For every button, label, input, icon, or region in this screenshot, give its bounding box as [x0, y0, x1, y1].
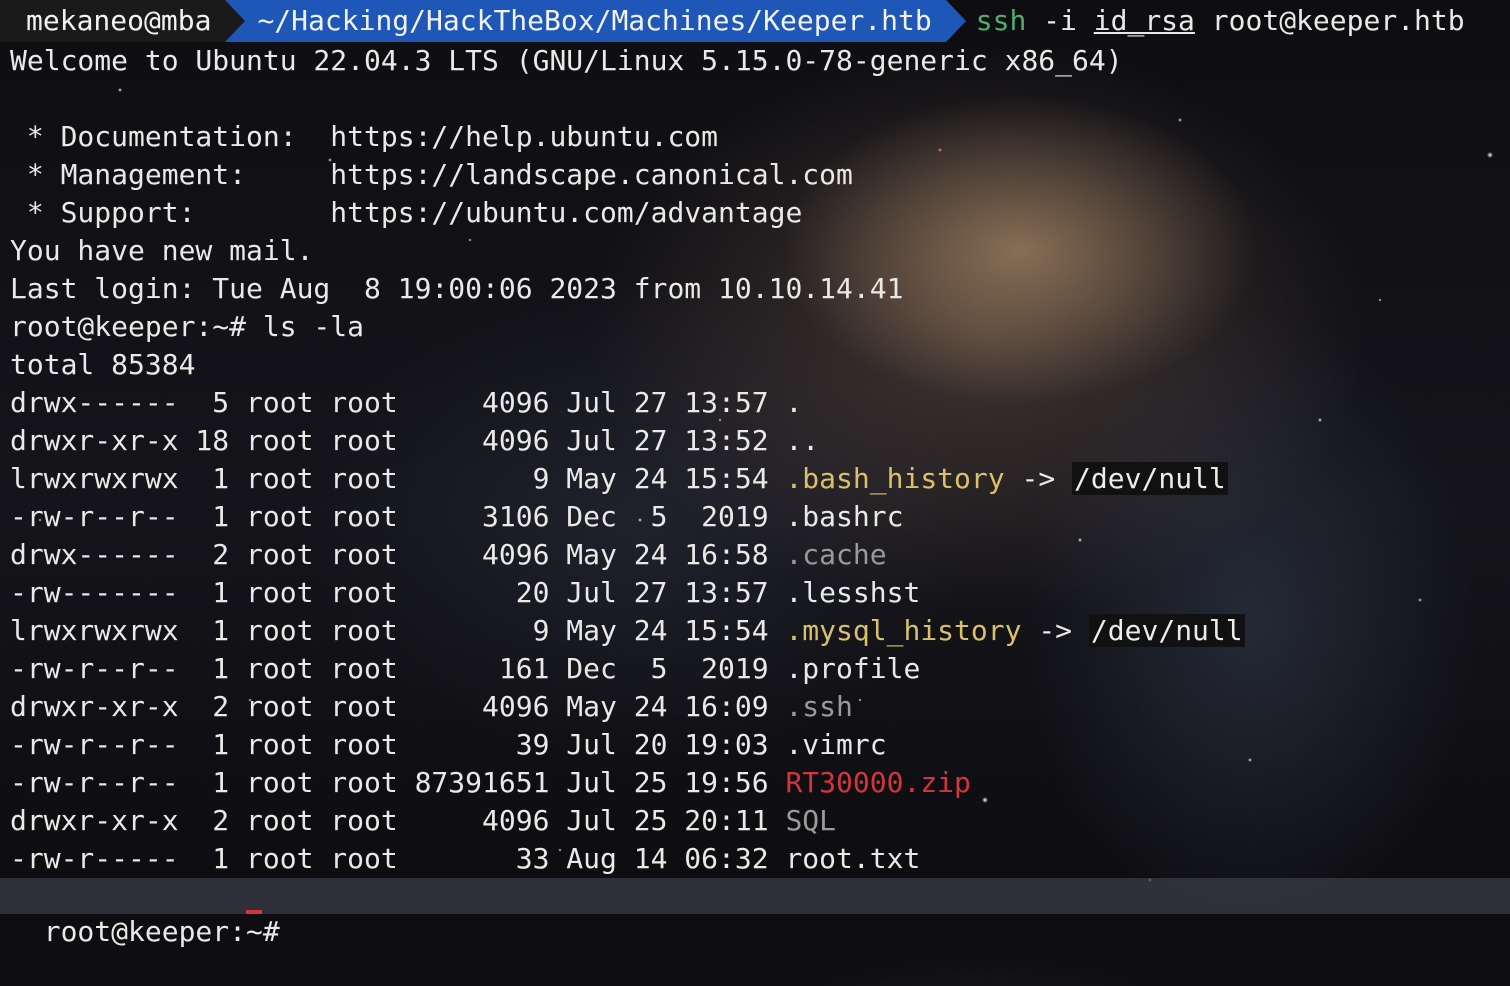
command-name: ssh: [975, 4, 1027, 37]
listing-total: total 85384: [10, 348, 196, 381]
listing-row: lrwxrwxrwx 1 root root 9 May 24 15:54 .b…: [0, 460, 1510, 498]
listing-filename: .bashrc: [785, 500, 904, 533]
symlink-arrow: ->: [1021, 614, 1089, 647]
listing-row: lrwxrwxrwx 1 root root 9 May 24 15:54 .m…: [0, 612, 1510, 650]
typed-command: ssh -i id_rsa root@keeper.htb: [946, 0, 1465, 42]
listing-filename: .: [785, 386, 803, 419]
motd-management: * Management: https://landscape.canonica…: [10, 158, 853, 191]
symlink-target: /dev/null: [1088, 614, 1245, 647]
listing-row: -rw-r--r-- 1 root root 3106 Dec 5 2019 .…: [0, 498, 1510, 536]
listing-meta: drwx------ 2 root root 4096 May 24 16:58: [10, 538, 786, 571]
listing-meta: -rw-r--r-- 1 root root 87391651 Jul 25 1…: [10, 766, 786, 799]
listing-filename: root.txt: [785, 842, 921, 875]
motd-documentation: * Documentation: https://help.ubuntu.com: [10, 120, 719, 153]
listing-filename: .lesshst: [785, 576, 921, 609]
remote-command-line: root@keeper:~# ls -la: [10, 310, 365, 343]
listing-meta: drwxr-xr-x 2 root root 4096 Jul 25 20:11: [10, 804, 786, 837]
listing-row: -rw-r--r-- 1 root root 87391651 Jul 25 1…: [0, 764, 1510, 802]
directory-listing: drwx------ 5 root root 4096 Jul 27 13:57…: [0, 384, 1510, 878]
listing-row: -rw-r--r-- 1 root root 39 Jul 20 19:03 .…: [0, 726, 1510, 764]
cursor-indicator: [246, 910, 262, 914]
listing-row: drwxr-xr-x 18 root root 4096 Jul 27 13:5…: [0, 422, 1510, 460]
listing-meta: lrwxrwxrwx 1 root root 9 May 24 15:54: [10, 462, 786, 495]
prompt-user-host: mekaneo@mba: [0, 0, 246, 42]
listing-filename: ..: [785, 424, 820, 457]
listing-row: -rw------- 1 root root 20 Jul 27 13:57 .…: [0, 574, 1510, 612]
motd-last-login: Last login: Tue Aug 8 19:00:06 2023 from…: [10, 272, 904, 305]
listing-filename: .ssh: [785, 690, 853, 723]
listing-meta: lrwxrwxrwx 1 root root 9 May 24 15:54: [10, 614, 786, 647]
active-input-line[interactable]: root@keeper:~#: [0, 878, 1510, 948]
symlink-arrow: ->: [1004, 462, 1073, 495]
listing-meta: -rw-r--r-- 1 root root 3106 Dec 5 2019: [10, 500, 786, 533]
final-prompt: root@keeper:~#: [43, 915, 280, 948]
listing-filename: .profile: [785, 652, 921, 685]
listing-row: drwxr-xr-x 2 root root 4096 May 24 16:09…: [0, 688, 1510, 726]
motd-mail: You have new mail.: [10, 234, 314, 267]
listing-meta: drwx------ 5 root root 4096 Jul 27 13:57: [10, 386, 786, 419]
command-flag: -i: [1043, 4, 1077, 37]
listing-meta: -rw-r--r-- 1 root root 161 Dec 5 2019: [10, 652, 786, 685]
listing-meta: -rw-r----- 1 root root 33 Aug 14 06:32: [10, 842, 786, 875]
listing-filename: .mysql_history: [785, 614, 1022, 647]
listing-row: -rw-r----- 1 root root 33 Aug 14 06:32 r…: [0, 840, 1510, 878]
listing-meta: -rw-r--r-- 1 root root 39 Jul 20 19:03: [10, 728, 786, 761]
listing-row: drwxr-xr-x 2 root root 4096 Jul 25 20:11…: [0, 802, 1510, 840]
local-prompt-line: mekaneo@mba ~/Hacking/HackTheBox/Machine…: [0, 0, 1510, 42]
listing-filename: SQL: [785, 804, 837, 837]
command-target: root@keeper.htb: [1211, 4, 1465, 37]
listing-meta: drwxr-xr-x 2 root root 4096 May 24 16:09: [10, 690, 786, 723]
listing-meta: drwxr-xr-x 18 root root 4096 Jul 27 13:5…: [10, 424, 786, 457]
listing-filename: .vimrc: [785, 728, 887, 761]
motd-welcome: Welcome to Ubuntu 22.04.3 LTS (GNU/Linux…: [10, 44, 1123, 77]
listing-row: drwx------ 5 root root 4096 Jul 27 13:57…: [0, 384, 1510, 422]
listing-filename: .cache: [785, 538, 887, 571]
command-keyfile: id_rsa: [1093, 4, 1195, 37]
listing-filename: .bash_history: [785, 462, 1005, 495]
listing-meta: -rw------- 1 root root 20 Jul 27 13:57: [10, 576, 786, 609]
motd-support: * Support: https://ubuntu.com/advantage: [10, 196, 803, 229]
terminal-output[interactable]: mekaneo@mba ~/Hacking/HackTheBox/Machine…: [0, 0, 1510, 878]
symlink-target: /dev/null: [1072, 462, 1228, 495]
listing-row: drwx------ 2 root root 4096 May 24 16:58…: [0, 536, 1510, 574]
listing-filename: RT30000.zip: [785, 766, 971, 799]
prompt-path: ~/Hacking/HackTheBox/Machines/Keeper.htb: [225, 0, 967, 42]
listing-row: -rw-r--r-- 1 root root 161 Dec 5 2019 .p…: [0, 650, 1510, 688]
